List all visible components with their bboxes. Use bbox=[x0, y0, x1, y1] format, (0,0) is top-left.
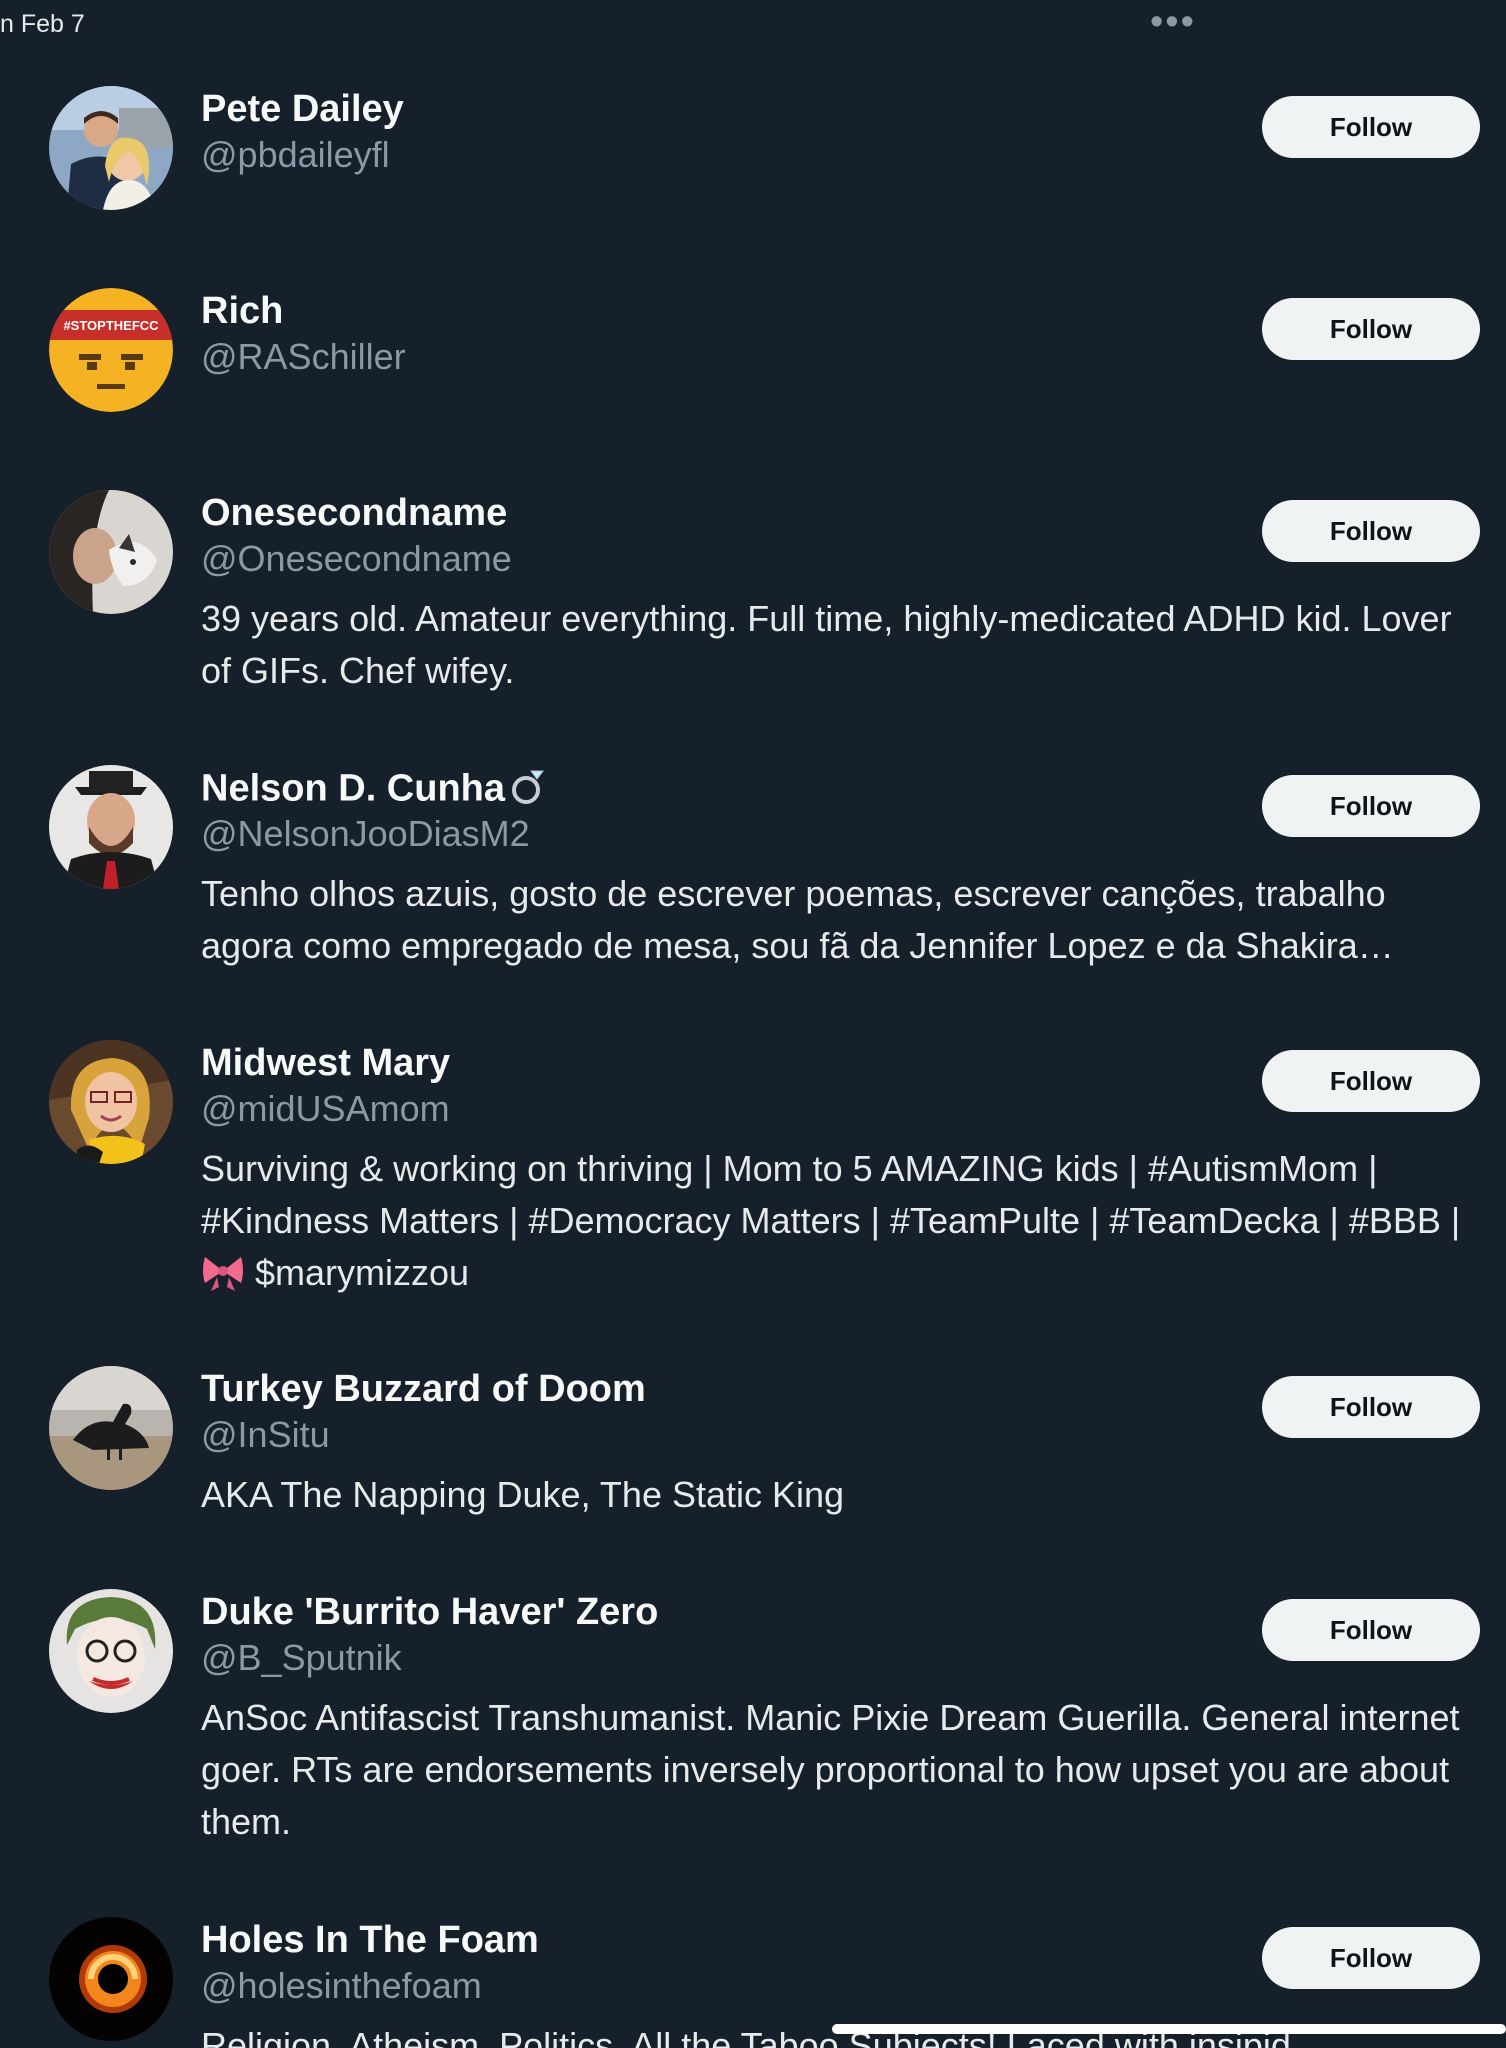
avatar[interactable] bbox=[49, 1040, 173, 1164]
user-cell[interactable]: Duke 'Burrito Haver' Zero @B_Sputnik Fol… bbox=[0, 1589, 1506, 1842]
timestamp: n Feb 7 bbox=[0, 10, 85, 38]
display-name[interactable]: Pete Dailey bbox=[201, 86, 404, 132]
display-name[interactable]: Duke 'Burrito Haver' Zero bbox=[201, 1589, 658, 1635]
follow-button[interactable]: Follow bbox=[1262, 1376, 1480, 1438]
user-cell[interactable]: Nelson D. Cunha @NelsonJooDiasM2 Follow … bbox=[0, 765, 1506, 985]
user-handle[interactable]: @pbdaileyfl bbox=[201, 132, 390, 178]
user-bio: Tenho olhos azuis, gosto de escrever poe… bbox=[201, 873, 1394, 966]
avatar[interactable] bbox=[49, 765, 173, 889]
display-name[interactable]: Nelson D. Cunha bbox=[201, 765, 549, 816]
avatar[interactable] bbox=[49, 86, 173, 210]
user-handle[interactable]: @holesinthefoam bbox=[201, 1963, 482, 2009]
user-cell[interactable]: Onesecondname @Onesecondname Follow 39 y… bbox=[0, 490, 1506, 710]
follow-button[interactable]: Follow bbox=[1262, 298, 1480, 360]
user-cell[interactable]: Turkey Buzzard of Doom @InSitu Follow AK… bbox=[0, 1366, 1506, 1536]
user-bio: Surviving & working on thriving | Mom to… bbox=[201, 1143, 1461, 1305]
who-to-follow-page: n Feb 7 ••• Pete Dailey @pbdaileyfl Foll… bbox=[0, 0, 1506, 2048]
user-bio: 39 years old. Amateur everything. Full t… bbox=[201, 598, 1452, 691]
follow-button[interactable]: Follow bbox=[1262, 1599, 1480, 1661]
avatar[interactable] bbox=[49, 1366, 173, 1490]
user-handle[interactable]: @InSitu bbox=[201, 1412, 330, 1458]
avatar[interactable] bbox=[49, 1917, 173, 2041]
user-bio: AKA The Napping Duke, The Static King bbox=[201, 1474, 845, 1515]
follow-button[interactable]: Follow bbox=[1262, 1050, 1480, 1112]
display-name[interactable]: Onesecondname bbox=[201, 490, 507, 536]
display-name[interactable]: Midwest Mary bbox=[201, 1040, 450, 1086]
avatar[interactable] bbox=[49, 490, 173, 614]
ring-icon bbox=[509, 765, 549, 816]
display-name-text: Nelson D. Cunha bbox=[201, 767, 506, 810]
user-cell[interactable]: Midwest Mary @midUSAmom Follow Surviving… bbox=[0, 1040, 1506, 1310]
follow-button[interactable]: Follow bbox=[1262, 775, 1480, 837]
user-handle[interactable]: @Onesecondname bbox=[201, 536, 512, 582]
home-indicator[interactable] bbox=[832, 2024, 1506, 2034]
user-cell[interactable]: #STOPTHEFCC Rich @RASchiller Follow bbox=[0, 288, 1506, 438]
display-name[interactable]: Rich bbox=[201, 288, 283, 334]
more-options-icon[interactable]: ••• bbox=[1150, 2, 1196, 42]
follow-button[interactable]: Follow bbox=[1262, 500, 1480, 562]
user-cell[interactable]: Pete Dailey @pbdaileyfl Follow bbox=[0, 86, 1506, 236]
display-name[interactable]: Holes In The Foam bbox=[201, 1917, 539, 1963]
user-handle[interactable]: @midUSAmom bbox=[201, 1086, 450, 1132]
top-bar: n Feb 7 ••• bbox=[0, 0, 1506, 48]
follow-button[interactable]: Follow bbox=[1262, 1927, 1480, 1989]
follow-button[interactable]: Follow bbox=[1262, 96, 1480, 158]
avatar-banner-text: #STOPTHEFCC bbox=[63, 318, 159, 333]
avatar[interactable]: #STOPTHEFCC bbox=[49, 288, 173, 412]
avatar[interactable] bbox=[49, 1589, 173, 1713]
user-bio: AnSoc Antifascist Transhumanist. Manic P… bbox=[201, 1697, 1460, 1842]
user-bio-cashtag[interactable]: $marymizzou bbox=[255, 1252, 469, 1293]
user-handle[interactable]: @B_Sputnik bbox=[201, 1635, 402, 1681]
user-handle[interactable]: @RASchiller bbox=[201, 334, 406, 380]
user-handle[interactable]: @NelsonJooDiasM2 bbox=[201, 811, 530, 857]
display-name[interactable]: Turkey Buzzard of Doom bbox=[201, 1366, 646, 1412]
user-bio-text: Surviving & working on thriving | Mom to… bbox=[201, 1148, 1461, 1241]
ribbon-icon bbox=[201, 1251, 245, 1305]
